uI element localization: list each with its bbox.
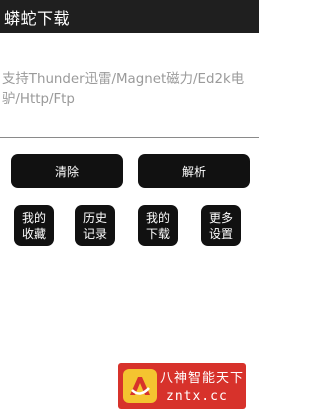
parse-button[interactable]: 解析	[138, 154, 250, 188]
watermark-line2: zntx.cc	[166, 389, 228, 404]
settings-button-label: 更多设置	[208, 210, 233, 241]
downloads-button[interactable]: 我的下载	[138, 205, 178, 246]
input-underline	[0, 137, 259, 138]
history-button-label: 历史记录	[82, 210, 107, 241]
clear-button[interactable]: 清除	[11, 154, 123, 188]
history-button[interactable]: 历史记录	[75, 205, 115, 246]
watermark-line1: 八神智能天下	[160, 371, 245, 386]
app-bar: 蟒蛇下载	[0, 0, 259, 33]
settings-button[interactable]: 更多设置	[201, 205, 241, 246]
watermark-badge: 八神智能天下 zntx.cc	[118, 363, 246, 409]
favorites-button-label: 我的收藏	[21, 210, 46, 241]
clear-button-label: 清除	[54, 164, 79, 179]
watermark-logo-icon	[123, 369, 157, 403]
url-input[interactable]: 支持Thunder迅雷/Magnet磁力/Ed2k电驴/Http/Ftp	[2, 70, 256, 110]
downloads-button-label: 我的下载	[145, 210, 170, 241]
app-screen: 蟒蛇下载 支持Thunder迅雷/Magnet磁力/Ed2k电驴/Http/Ft…	[0, 0, 259, 414]
favorites-button[interactable]: 我的收藏	[14, 205, 54, 246]
parse-button-label: 解析	[181, 164, 206, 179]
app-title: 蟒蛇下载	[4, 8, 71, 28]
